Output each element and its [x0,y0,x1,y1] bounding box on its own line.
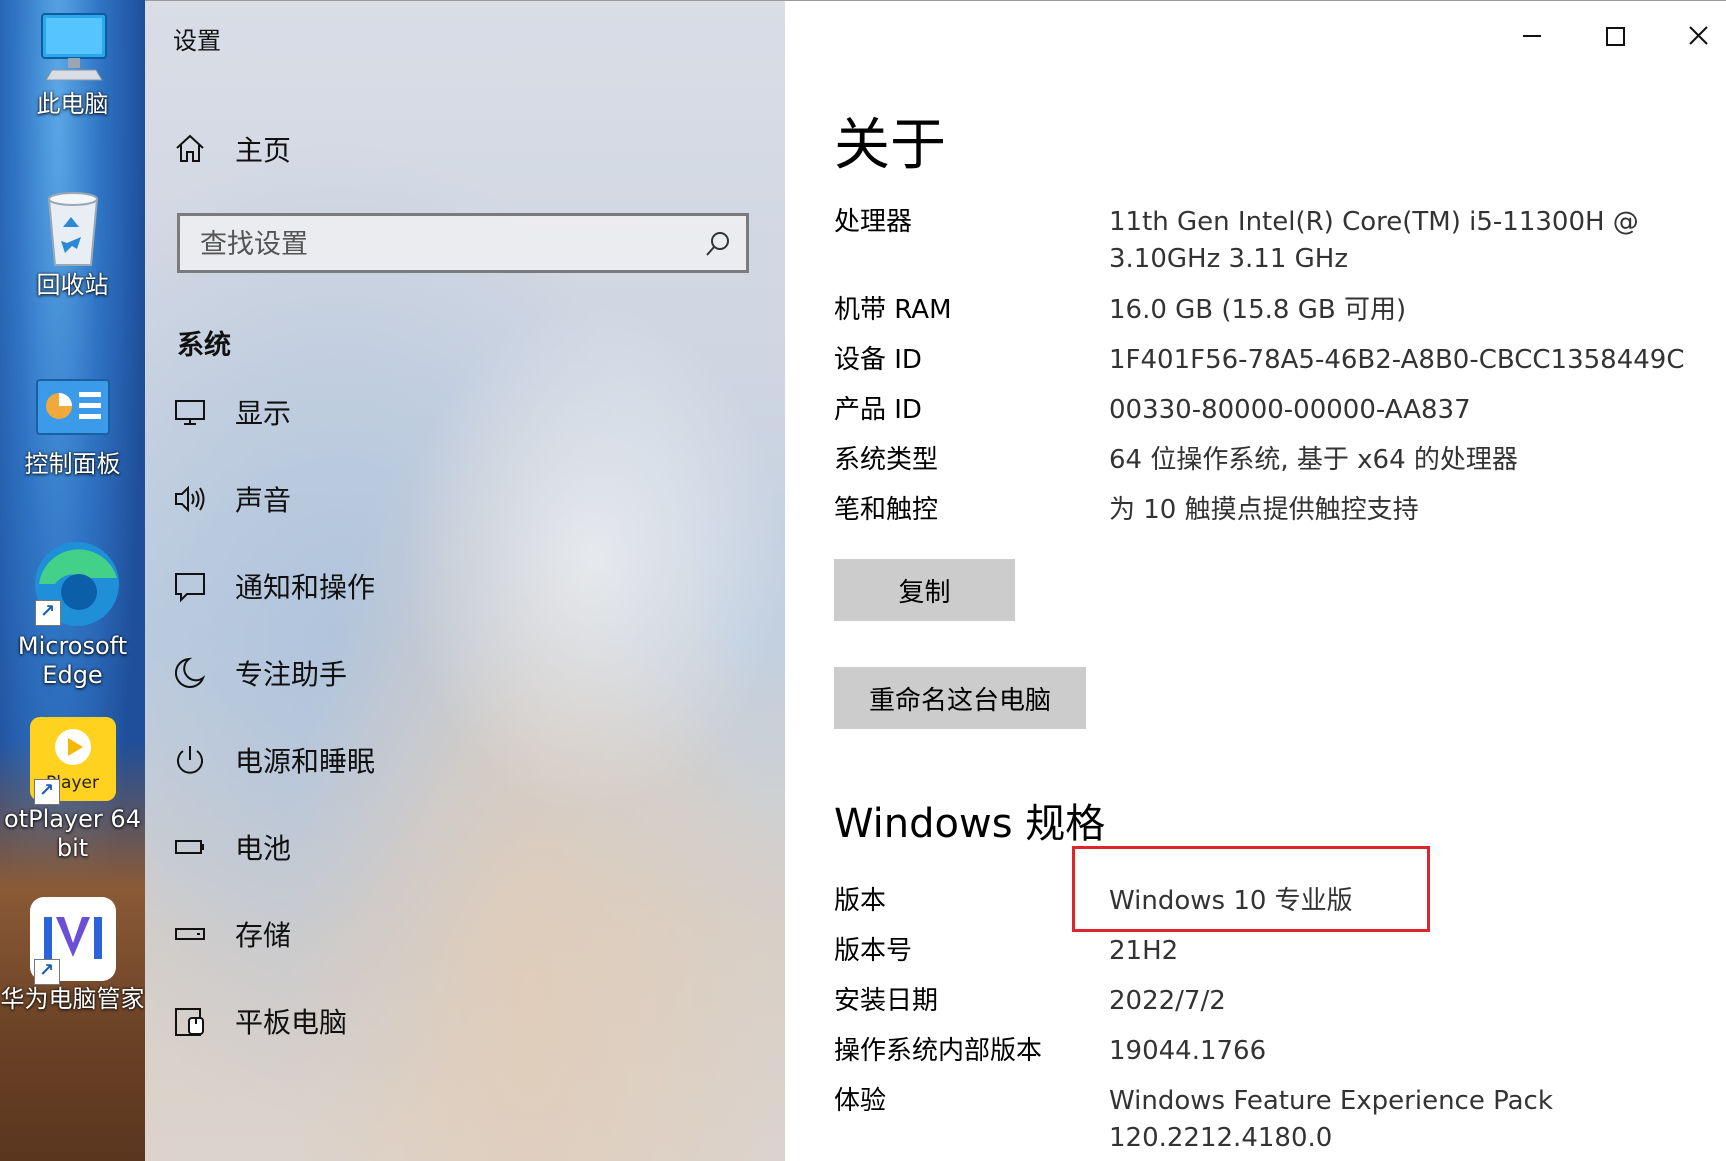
desktop-icon-label: 此电脑 [36,90,109,118]
window-title: 设置 [173,27,221,55]
nav-item-power-sleep[interactable]: 电源和睡眠 [173,730,375,790]
settings-nav-pane: 设置 主页 系统 [145,1,785,1161]
nav-item-label: 显示 [235,397,292,430]
shortcut-arrow-icon: ↗ [33,959,60,985]
nav-home-label: 主页 [235,134,292,167]
nav-section-heading: 系统 [177,330,231,361]
nav-item-storage[interactable]: 存储 [173,904,291,964]
spec-key: 安装日期 [834,986,939,1016]
play-icon [54,729,91,765]
about-page: 关于 处理器 11th Gen Intel(R) Core(TM) i5-113… [785,1,1726,1161]
tablet-icon [175,1008,204,1036]
desktop-icon-label-line2: Edge [42,661,103,689]
windows-specs-heading: Windows 规格 [834,801,1106,847]
spec-value[interactable]: 1F401F56-78A5-46B2-A8B0-CBCC1358449C [1109,342,1709,379]
desktop-icon-edge[interactable]: ↗ Microsoft Edge [0,538,145,691]
spec-key: 版本 [834,886,887,916]
desktop-icon-label: 华为电脑管家 [0,985,145,1013]
nav-item-label: 存储 [235,919,292,952]
spec-value[interactable]: 为 10 触摸点提供触控支持 [1109,492,1709,529]
spec-value[interactable]: 16.0 GB (15.8 GB 可用) [1109,292,1709,329]
desktop-icon-label-line1: otPlayer 64 [4,805,141,833]
potplayer-icon: Player ↗ [29,717,116,805]
minimize-button[interactable] [1502,11,1562,61]
desktop-icon-recycle-bin[interactable]: 回收站 [0,185,145,301]
shortcut-arrow-icon: ↗ [34,600,61,626]
close-button[interactable] [1668,11,1726,61]
nav-item-label: 专注助手 [235,658,348,691]
spec-key: 版本号 [834,936,913,966]
desktop-icon-this-pc[interactable]: 此电脑 [0,8,145,120]
desktop-icon-potplayer[interactable]: Player ↗ otPlayer 64 bit [0,717,145,864]
spec-value[interactable]: 11th Gen Intel(R) Core(TM) i5-11300H @ 3… [1109,204,1709,278]
control-panel-icon [31,372,115,448]
recycle-bin-icon [33,185,113,269]
spec-value[interactable]: 19044.1766 [1109,1033,1709,1070]
nav-item-display[interactable]: 显示 [173,382,291,442]
settings-window: 设置 主页 系统 [145,0,1726,1161]
focus-assist-icon [174,657,206,688]
spec-key: 处理器 [834,207,913,237]
nav-item-label: 声音 [235,484,292,517]
close-icon [1689,26,1708,45]
screen: 此电脑 回收站 控制面板 ↗ Microsoft Edge Player ↗ o… [0,0,1726,1161]
maximize-button[interactable] [1585,11,1645,61]
shortcut-arrow-icon: ↗ [33,779,60,805]
nav-home[interactable]: 主页 [173,129,291,169]
battery-icon [175,840,204,854]
spec-value[interactable]: 00330-80000-00000-AA837 [1109,392,1709,429]
storage-icon [175,928,205,940]
edge-icon: ↗ [25,538,121,630]
search-icon[interactable] [704,230,732,258]
spec-key: 体验 [834,1086,887,1116]
spec-value[interactable]: 21H2 [1109,933,1709,970]
nav-item-sound[interactable]: 声音 [173,469,291,529]
this-pc-icon [28,8,118,88]
notifications-icon [175,573,205,603]
home-icon [176,134,204,162]
nav-item-tablet[interactable]: 平板电脑 [173,991,347,1051]
search-input[interactable] [198,224,692,264]
spec-key: 系统类型 [834,445,939,475]
page-title: 关于 [834,113,946,178]
nav-item-label: 通知和操作 [235,571,376,604]
desktop: 此电脑 回收站 控制面板 ↗ Microsoft Edge Player ↗ o… [0,0,145,1161]
spec-key: 产品 ID [834,395,922,425]
spec-key: 机带 RAM [834,295,952,325]
sound-icon [175,485,205,513]
display-icon [175,400,205,425]
desktop-icon-label-line2: bit [56,834,89,862]
search-box[interactable] [177,213,749,273]
power-icon [177,746,203,774]
minimize-icon [1523,35,1541,37]
desktop-icon-label: 回收站 [36,271,109,299]
nav-item-label: 平板电脑 [235,1006,348,1039]
edition-highlight-box [1072,846,1430,932]
desktop-icon-control-panel[interactable]: 控制面板 [0,372,145,480]
spec-value[interactable]: 64 位操作系统, 基于 x64 的处理器 [1109,442,1709,479]
nav-item-label: 电池 [235,832,292,865]
spec-key: 设备 ID [834,345,922,375]
spec-key: 笔和触控 [834,495,939,525]
desktop-icon-label: 控制面板 [24,450,121,478]
nav-item-focus-assist[interactable]: 专注助手 [173,643,347,703]
nav-item-label: 电源和睡眠 [235,745,376,778]
rename-pc-button[interactable]: 重命名这台电脑 [834,667,1086,729]
nav-item-notifications[interactable]: 通知和操作 [173,556,375,616]
maximize-icon [1606,27,1625,46]
nav-item-battery[interactable]: 电池 [173,817,291,877]
desktop-icon-huawei-pc-manager[interactable]: ↗ 华为电脑管家 [0,897,145,1015]
spec-key: 操作系统内部版本 [834,1036,1043,1066]
desktop-icon-label-line1: Microsoft [17,632,128,660]
spec-value[interactable]: 2022/7/2 [1109,983,1709,1020]
huawei-pc-manager-icon: ↗ [29,897,116,985]
huawei-m-logo [43,917,102,959]
copy-button[interactable]: 复制 [834,559,1015,621]
spec-value[interactable]: Windows Feature Experience Pack 120.2212… [1109,1083,1709,1157]
